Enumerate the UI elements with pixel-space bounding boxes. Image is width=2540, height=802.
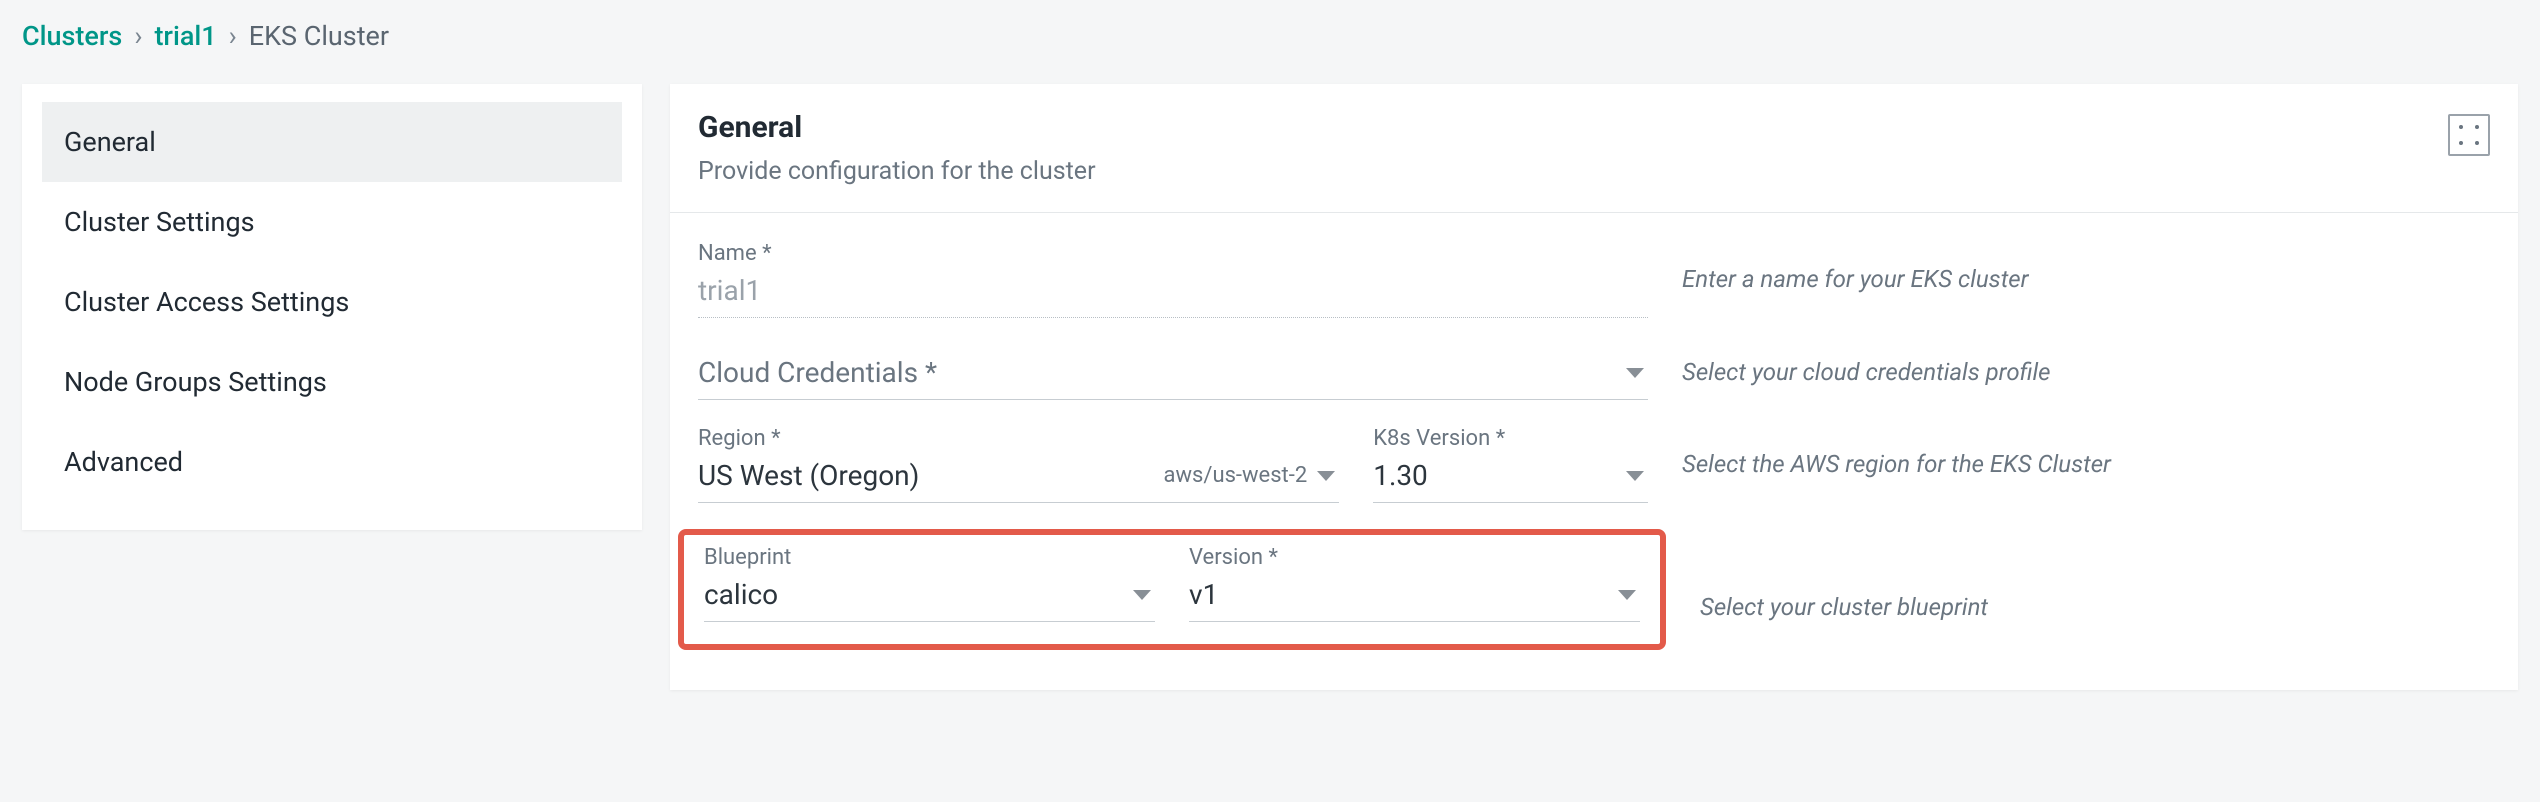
chevron-down-icon xyxy=(1317,471,1335,481)
sidebar-item-cluster-access-settings[interactable]: Cluster Access Settings xyxy=(42,262,622,342)
region-value: US West (Oregon) xyxy=(698,459,1144,492)
blueprint-hint: Select your cluster blueprint xyxy=(1666,559,2490,621)
sidebar-item-advanced[interactable]: Advanced xyxy=(42,422,622,502)
k8s-version-value: 1.30 xyxy=(1373,459,1616,492)
k8s-version-label: K8s Version * xyxy=(1373,426,1648,451)
chevron-down-icon xyxy=(1626,368,1644,378)
chevron-right-icon: › xyxy=(134,20,142,52)
name-value: trial1 xyxy=(698,274,1648,307)
sidebar-item-node-groups-settings[interactable]: Node Groups Settings xyxy=(42,342,622,422)
breadcrumb: Clusters › trial1 › EKS Cluster xyxy=(22,20,2518,52)
breadcrumb-current: EKS Cluster xyxy=(249,20,389,52)
name-label: Name * xyxy=(698,241,1648,266)
k8s-version-select[interactable]: K8s Version * 1.30 xyxy=(1373,426,1648,503)
main-panel: General Provide configuration for the cl… xyxy=(670,84,2518,690)
sidebar-item-cluster-settings[interactable]: Cluster Settings xyxy=(42,182,622,262)
expand-button[interactable] xyxy=(2448,114,2490,156)
page-subtitle: Provide configuration for the cluster xyxy=(698,157,1096,186)
name-field[interactable]: Name * trial1 xyxy=(698,241,1648,318)
region-code: aws/us-west-2 xyxy=(1164,463,1308,488)
version-select[interactable]: Version * v1 xyxy=(1189,545,1640,622)
version-value: v1 xyxy=(1189,578,1608,611)
name-hint: Enter a name for your EKS cluster xyxy=(1648,241,2490,293)
chevron-down-icon xyxy=(1618,590,1636,600)
chevron-right-icon: › xyxy=(229,20,237,52)
blueprint-value: calico xyxy=(704,578,1123,611)
page-title: General xyxy=(698,110,1096,145)
cloud-credentials-select[interactable]: Cloud Credentials * xyxy=(698,352,1648,400)
cloud-credentials-label: Cloud Credentials * xyxy=(698,356,1616,389)
cloud-credentials-hint: Select your cloud credentials profile xyxy=(1648,352,2490,386)
chevron-down-icon xyxy=(1133,590,1151,600)
region-label: Region * xyxy=(698,426,1339,451)
version-label: Version * xyxy=(1189,545,1640,570)
breadcrumb-trial1[interactable]: trial1 xyxy=(154,20,216,52)
blueprint-select[interactable]: Blueprint calico xyxy=(704,545,1155,622)
sidebar: General Cluster Settings Cluster Access … xyxy=(22,84,642,530)
blueprint-label: Blueprint xyxy=(704,545,1155,570)
breadcrumb-clusters[interactable]: Clusters xyxy=(22,20,122,52)
region-hint: Select the AWS region for the EKS Cluste… xyxy=(1648,426,2490,478)
sidebar-item-general[interactable]: General xyxy=(42,102,622,182)
highlight-box: Blueprint calico Version * v1 xyxy=(678,529,1666,650)
expand-icon xyxy=(2457,123,2481,147)
region-select[interactable]: Region * US West (Oregon) aws/us-west-2 xyxy=(698,426,1339,503)
chevron-down-icon xyxy=(1626,471,1644,481)
